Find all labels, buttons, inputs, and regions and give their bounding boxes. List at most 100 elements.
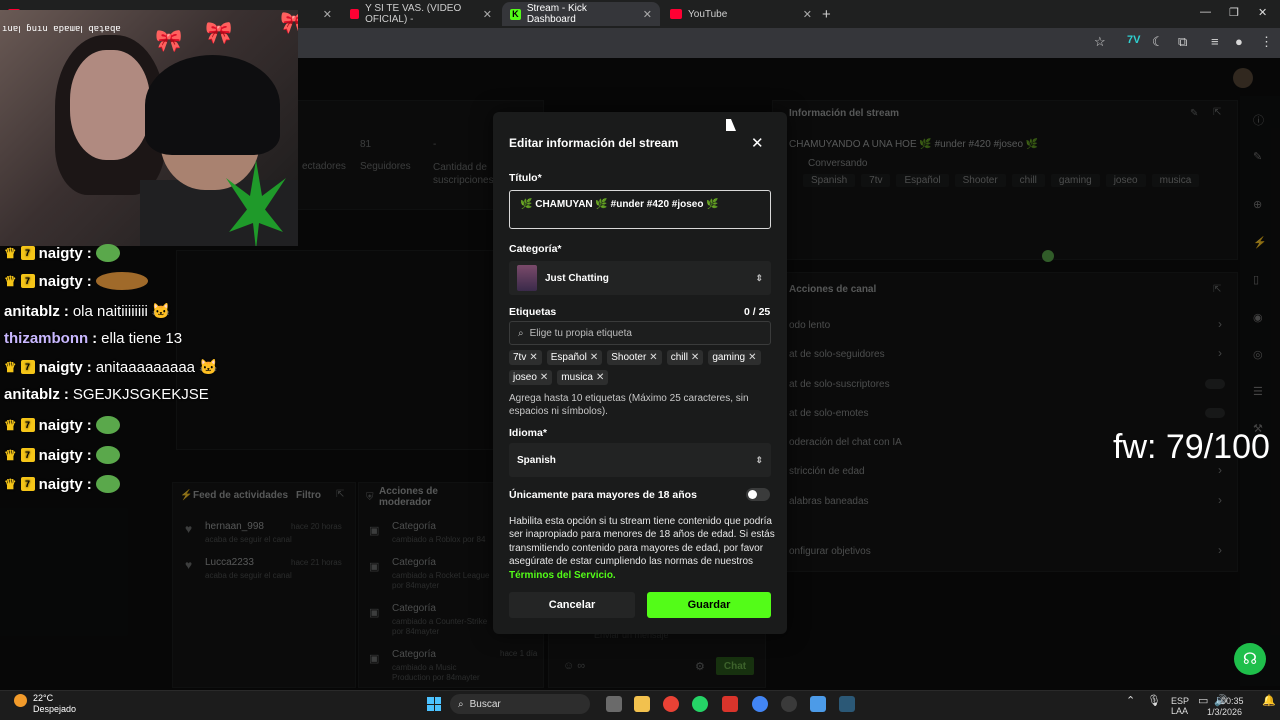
chat-message: ola naitiiiiiiii bbox=[72, 302, 148, 320]
remove-tag-icon[interactable]: ✕ bbox=[748, 352, 756, 363]
menu-icon[interactable]: ⋮ bbox=[1260, 34, 1273, 50]
bow-sticker: 🎀 bbox=[155, 28, 183, 53]
playlist-icon[interactable]: ≡ bbox=[1211, 34, 1219, 49]
save-button[interactable]: Guardar bbox=[647, 592, 771, 618]
chat-message: ella tiene 13 bbox=[101, 330, 183, 347]
close-tab-icon[interactable]: ✕ bbox=[803, 8, 812, 21]
close-tab-icon[interactable]: ✕ bbox=[643, 8, 652, 21]
tab-2[interactable]: Y SI TE VAS. (VIDEO OFICIAL) - ✕ bbox=[342, 2, 500, 26]
new-tab-icon[interactable]: + bbox=[822, 6, 831, 23]
language-value: Spanish bbox=[517, 454, 556, 466]
mirrored-text: ıuɐꞁ ɓuıu ɐpɐɯɐꞁ qɐʇɐqɐ bbox=[2, 24, 121, 34]
taskbar-search[interactable]: ⌕ Buscar bbox=[450, 694, 590, 714]
chat-line: ♛ 7 naigty: bbox=[4, 446, 120, 464]
display-icon[interactable]: ▭ bbox=[1198, 696, 1208, 707]
kick-icon: K bbox=[510, 8, 521, 20]
chat-line: anitablz: SGEJKJSGKEKJSE bbox=[4, 386, 209, 403]
category-select[interactable]: Just Chatting ⇕ bbox=[509, 261, 771, 295]
7tv-badge-icon: 7 bbox=[20, 477, 35, 491]
tag-list: 7tv ✕ Español ✕ Shooter ✕ chill ✕ gaming ✕ jo… bbox=[509, 350, 773, 385]
toggle-knob bbox=[748, 490, 757, 499]
clock[interactable]: 00:35 bbox=[1221, 696, 1244, 706]
title-input[interactable]: 🌿 CHAMUYAN 🌿 #under #420 #joseo 🌿 bbox=[509, 190, 771, 229]
app-icon[interactable] bbox=[839, 696, 855, 712]
adult-toggle[interactable] bbox=[746, 488, 770, 501]
adult-label: Únicamente para mayores de 18 años bbox=[509, 489, 697, 501]
notepad-icon[interactable] bbox=[810, 696, 826, 712]
remove-tag-icon[interactable]: ✕ bbox=[691, 352, 699, 363]
tag-chip: joseo ✕ bbox=[509, 370, 553, 385]
chat-line: ♛ 7 naigty: bbox=[4, 244, 120, 262]
frog-emote bbox=[95, 446, 120, 464]
chat-user: anitablz bbox=[4, 386, 60, 403]
bow-sticker: 🎀 bbox=[280, 10, 298, 35]
tag-chip: Español ✕ bbox=[546, 350, 603, 365]
category-thumbnail bbox=[517, 265, 537, 291]
chevron-up-icon[interactable]: ⌃ bbox=[1126, 696, 1135, 707]
frog-emote bbox=[95, 475, 120, 493]
dark-mode-icon[interactable]: ☾ bbox=[1152, 34, 1164, 50]
microphone-icon[interactable]: 🎙 bbox=[1147, 696, 1161, 707]
minimize-icon[interactable]: — bbox=[1200, 6, 1211, 18]
terms-link[interactable]: Términos del Servicio. bbox=[509, 570, 616, 581]
notification-icon[interactable]: 🔔 bbox=[1262, 696, 1276, 707]
fw-counter: fw: 79/100 bbox=[1113, 428, 1270, 466]
tag-label: chill bbox=[670, 352, 688, 363]
chrome-profile-icon[interactable] bbox=[752, 696, 768, 712]
temperature: 22°C bbox=[33, 693, 54, 703]
weather-icon bbox=[14, 694, 27, 707]
7tv-extension-icon[interactable]: 7V bbox=[1127, 34, 1140, 46]
chat-user: naigty bbox=[38, 244, 83, 262]
support-chat-button[interactable]: ☊ bbox=[1234, 643, 1266, 675]
tag-label: musica bbox=[561, 372, 593, 383]
category-value: Just Chatting bbox=[545, 272, 609, 284]
youtube-icon bbox=[350, 9, 360, 19]
category-label: Categoría* bbox=[509, 243, 562, 255]
tag-chip: musica ✕ bbox=[557, 370, 609, 385]
start-icon[interactable] bbox=[427, 697, 441, 711]
chat-line: ♛ 7 naigty: bbox=[4, 272, 148, 290]
extensions-icon[interactable]: ⧉ bbox=[1178, 34, 1187, 50]
remove-tag-icon[interactable]: ✕ bbox=[529, 352, 537, 363]
close-tab-icon[interactable]: ✕ bbox=[323, 8, 332, 21]
close-tab-icon[interactable]: ✕ bbox=[483, 8, 492, 21]
tags-placeholder: Elige tu propia etiqueta bbox=[529, 327, 632, 339]
language-indicator[interactable]: ESP LAA bbox=[1171, 696, 1189, 716]
star-icon[interactable]: ☆ bbox=[1094, 34, 1106, 50]
chat-user: anitablz bbox=[4, 302, 60, 320]
weather-widget[interactable]: 22°C Despejado bbox=[33, 693, 76, 715]
tab-3[interactable]: K Stream - Kick Dashboard ✕ bbox=[502, 2, 660, 26]
app-icon[interactable] bbox=[722, 696, 738, 712]
7tv-badge-icon: 7 bbox=[20, 246, 35, 260]
remove-tag-icon[interactable]: ✕ bbox=[590, 352, 598, 363]
profile-icon[interactable]: ● bbox=[1235, 34, 1243, 49]
7tv-badge-icon: 7 bbox=[20, 360, 35, 374]
close-window-icon[interactable]: ✕ bbox=[1258, 6, 1267, 19]
chrome-icon[interactable] bbox=[663, 696, 679, 712]
obs-icon[interactable] bbox=[781, 696, 797, 712]
language-select[interactable]: Spanish ⇕ bbox=[509, 443, 771, 477]
tags-input[interactable]: ⌕ Elige tu propia etiqueta bbox=[509, 321, 771, 345]
chat-user: naigty bbox=[38, 358, 83, 376]
title-label: Título* bbox=[509, 172, 542, 184]
remove-tag-icon[interactable]: ✕ bbox=[540, 372, 548, 383]
whatsapp-icon[interactable] bbox=[692, 696, 708, 712]
tab-4[interactable]: YouTube ✕ bbox=[662, 2, 820, 26]
tag-label: joseo bbox=[513, 372, 537, 383]
remove-tag-icon[interactable]: ✕ bbox=[596, 372, 604, 383]
crown-icon: ♛ bbox=[4, 272, 17, 289]
search-label: Buscar bbox=[469, 698, 501, 710]
tag-label: gaming bbox=[712, 352, 746, 363]
maximize-icon[interactable]: ❐ bbox=[1229, 6, 1239, 19]
edit-stream-modal: Editar información del stream ✕ Título* … bbox=[493, 112, 787, 634]
cancel-button[interactable]: Cancelar bbox=[509, 592, 635, 618]
file-explorer-icon[interactable] bbox=[634, 696, 650, 712]
tag-label: 7tv bbox=[513, 352, 527, 363]
close-icon[interactable]: ✕ bbox=[751, 134, 764, 152]
remove-tag-icon[interactable]: ✕ bbox=[649, 352, 657, 363]
chat-user: naigty bbox=[38, 416, 83, 434]
chat-line: anitablz: ola naitiiiiiiii 🐱 bbox=[4, 302, 171, 321]
youtube-icon bbox=[670, 9, 682, 19]
task-view-icon[interactable] bbox=[606, 696, 622, 712]
tags-count: 0 / 25 bbox=[744, 306, 771, 318]
